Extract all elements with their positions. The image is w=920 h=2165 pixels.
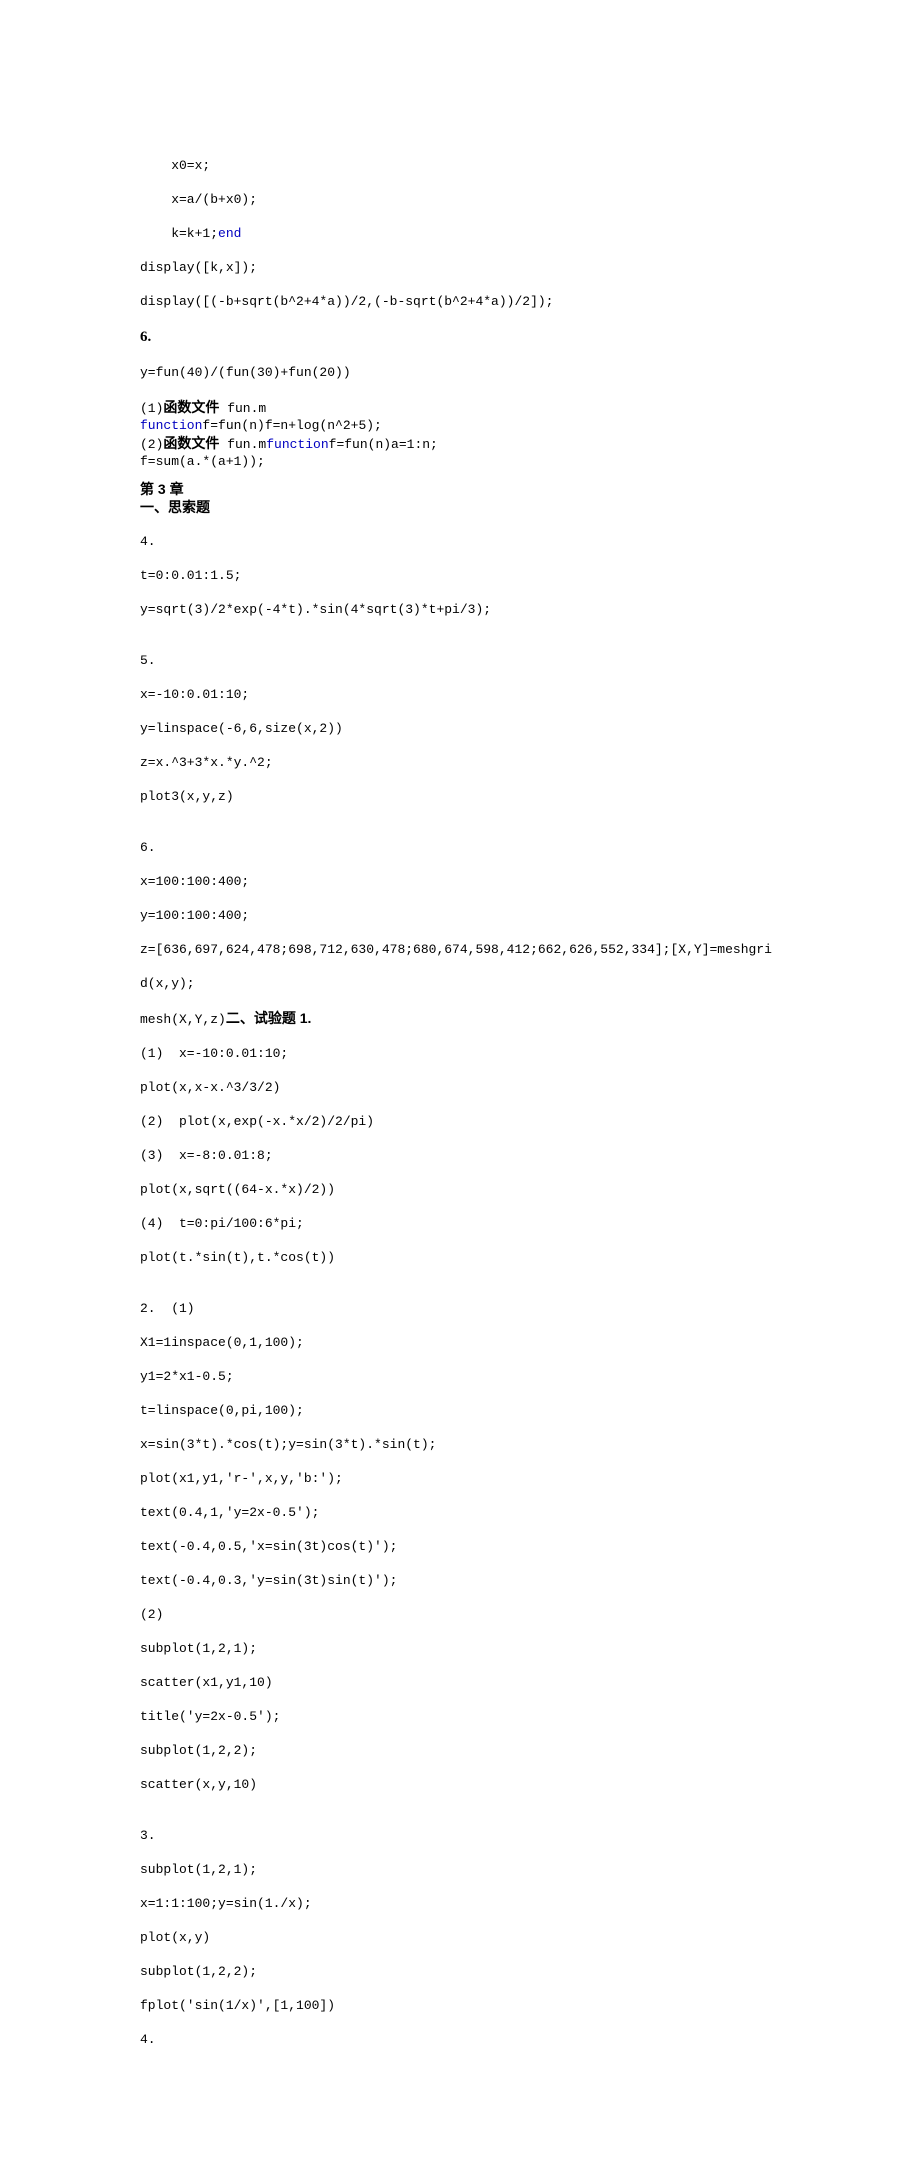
code-line: X1=1inspace(0,1,100);	[140, 1334, 790, 1351]
code-line: x0=x;	[140, 157, 790, 174]
mixed-line: (2)函数文件 fun.mfunctionf=fun(n)a=1:n;	[140, 434, 790, 453]
code-line: y1=2*x1-0.5;	[140, 1368, 790, 1385]
code-line: (2) plot(x,exp(-x.*x/2)/2/pi)	[140, 1113, 790, 1130]
code-block-1: x0=x; x=a/(b+x0); k=k+1;end display([k,x…	[140, 140, 790, 327]
exercise-1: (1) x=-10:0.01:10; plot(x,x-x.^3/3/2) (2…	[140, 1028, 790, 1283]
code-line: plot(x1,y1,'r-',x,y,'b:');	[140, 1470, 790, 1487]
q-number: 5.	[140, 652, 790, 669]
code-line: display([k,x]);	[140, 259, 790, 276]
code-line: z=[636,697,624,478;698,712,630,478;680,6…	[140, 941, 790, 958]
code-line: subplot(1,2,1);	[140, 1640, 790, 1657]
q-number: 6.	[140, 839, 790, 856]
code-line: t=0:0.01:1.5;	[140, 567, 790, 584]
exercise-2: 2. (1) X1=1inspace(0,1,100); y1=2*x1-0.5…	[140, 1283, 790, 1810]
code-line: subplot(1,2,2);	[140, 1742, 790, 1759]
code-line: z=x.^3+3*x.*y.^2;	[140, 754, 790, 771]
question-number-6: 6.	[140, 327, 790, 347]
code-line: functionf=fun(n)f=n+log(n^2+5);	[140, 417, 790, 434]
mixed-line: mesh(X,Y,z)二、试验题 1.	[140, 1009, 790, 1028]
q-number: 4.	[140, 2031, 790, 2048]
code-line: y=fun(40)/(fun(30)+fun(20))	[140, 364, 790, 381]
code-line: plot(t.*sin(t),t.*cos(t))	[140, 1249, 790, 1266]
code-line: y=linspace(-6,6,size(x,2))	[140, 720, 790, 737]
code-line: x=-10:0.01:10;	[140, 686, 790, 703]
chapter-title: 第 3 章	[140, 480, 790, 498]
code-line: fplot('sin(1/x)',[1,100])	[140, 1997, 790, 2014]
code-line: plot(x,sqrt((64-x.*x)/2))	[140, 1181, 790, 1198]
question-6: 6. x=100:100:400; y=100:100:400; z=[636,…	[140, 822, 790, 1009]
mixed-line: (1)函数文件 fun.m	[140, 398, 790, 417]
code-line: display([(-b+sqrt(b^2+4*a))/2,(-b-sqrt(b…	[140, 293, 790, 310]
code-line: x=sin(3*t).*cos(t);y=sin(3*t).*sin(t);	[140, 1436, 790, 1453]
code-line: d(x,y);	[140, 975, 790, 992]
code-line: x=100:100:400;	[140, 873, 790, 890]
code-line: text(0.4,1,'y=2x-0.5');	[140, 1504, 790, 1521]
code-line: scatter(x,y,10)	[140, 1776, 790, 1793]
code-line: plot(x,x-x.^3/3/2)	[140, 1079, 790, 1096]
code-line: text(-0.4,0.3,'y=sin(3t)sin(t)');	[140, 1572, 790, 1589]
code-block-2: y=fun(40)/(fun(30)+fun(20))	[140, 347, 790, 398]
section-title: 一、思索题	[140, 498, 790, 516]
code-line: plot(x,y)	[140, 1929, 790, 1946]
code-line: x=1:1:100;y=sin(1./x);	[140, 1895, 790, 1912]
code-line: y=100:100:400;	[140, 907, 790, 924]
code-line: title('y=2x-0.5');	[140, 1708, 790, 1725]
code-line: plot3(x,y,z)	[140, 788, 790, 805]
code-line: t=linspace(0,pi,100);	[140, 1402, 790, 1419]
exercise-3: 3. subplot(1,2,1); x=1:1:100;y=sin(1./x)…	[140, 1810, 790, 2065]
code-line: subplot(1,2,1);	[140, 1861, 790, 1878]
code-line: k=k+1;end	[140, 225, 790, 242]
code-line: (4) t=0:pi/100:6*pi;	[140, 1215, 790, 1232]
code-line: x=a/(b+x0);	[140, 191, 790, 208]
sub-number: (2)	[140, 1606, 790, 1623]
code-line: scatter(x1,y1,10)	[140, 1674, 790, 1691]
code-line: subplot(1,2,2);	[140, 1963, 790, 1980]
code-line: y=sqrt(3)/2*exp(-4*t).*sin(4*sqrt(3)*t+p…	[140, 601, 790, 618]
q-number: 4.	[140, 533, 790, 550]
q-number: 3.	[140, 1827, 790, 1844]
code-line: text(-0.4,0.5,'x=sin(3t)cos(t)');	[140, 1538, 790, 1555]
code-line: (3) x=-8:0.01:8;	[140, 1147, 790, 1164]
code-line: f=sum(a.*(a+1));	[140, 453, 790, 470]
question-5: 5. x=-10:0.01:10; y=linspace(-6,6,size(x…	[140, 635, 790, 822]
code-line: (1) x=-10:0.01:10;	[140, 1045, 790, 1062]
question-4: 4. t=0:0.01:1.5; y=sqrt(3)/2*exp(-4*t).*…	[140, 516, 790, 635]
q-number: 2. (1)	[140, 1300, 790, 1317]
